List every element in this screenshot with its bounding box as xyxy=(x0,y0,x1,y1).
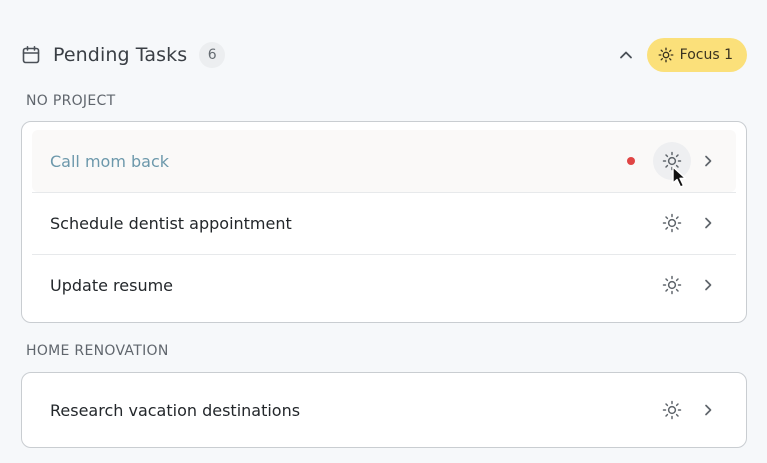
task-title: Research vacation destinations xyxy=(50,400,301,420)
chevron-right-icon xyxy=(705,155,712,167)
chevron-up-icon xyxy=(619,51,632,59)
focus-button[interactable]: Focus 1 xyxy=(646,38,747,72)
open-task-button[interactable] xyxy=(695,272,721,298)
chevron-right-icon xyxy=(705,217,712,229)
section-header: Pending Tasks 6 Focus 1 xyxy=(21,38,747,72)
focus-toggle-button[interactable] xyxy=(653,204,691,242)
task-row-call-mom[interactable]: Call mom back xyxy=(32,130,736,192)
task-row-vacation[interactable]: Research vacation destinations xyxy=(22,373,746,447)
task-list-no-project: Call mom back Schedule dentist appointme… xyxy=(21,121,747,323)
task-count-badge: 6 xyxy=(199,42,226,68)
task-row-dentist[interactable]: Schedule dentist appointment xyxy=(22,192,746,254)
task-list-home-renovation: Research vacation destinations xyxy=(21,372,747,448)
sun-icon xyxy=(662,151,682,171)
open-task-button[interactable] xyxy=(695,397,721,423)
focus-toggle-button[interactable] xyxy=(653,266,691,304)
section-label-home-renovation: HOME RENOVATION xyxy=(26,343,169,359)
sun-icon xyxy=(658,47,674,63)
open-task-button[interactable] xyxy=(695,210,721,236)
chevron-right-icon xyxy=(705,404,712,416)
open-task-button[interactable] xyxy=(695,148,721,174)
page-title: Pending Tasks xyxy=(53,44,188,66)
task-row-resume[interactable]: Update resume xyxy=(22,254,746,316)
sun-icon xyxy=(662,400,682,420)
sun-icon xyxy=(662,213,682,233)
focus-label: Focus 1 xyxy=(679,47,733,63)
chevron-right-icon xyxy=(705,279,712,291)
collapse-button[interactable] xyxy=(613,42,639,68)
calendar-icon xyxy=(21,45,41,65)
focus-toggle-button[interactable] xyxy=(653,391,691,429)
sun-icon xyxy=(662,275,682,295)
task-title: Call mom back xyxy=(50,151,170,171)
section-label-no-project: NO PROJECT xyxy=(26,93,116,109)
focus-toggle-button[interactable] xyxy=(653,142,691,180)
priority-dot xyxy=(627,157,635,165)
task-title: Update resume xyxy=(50,275,174,295)
task-title: Schedule dentist appointment xyxy=(50,213,292,233)
